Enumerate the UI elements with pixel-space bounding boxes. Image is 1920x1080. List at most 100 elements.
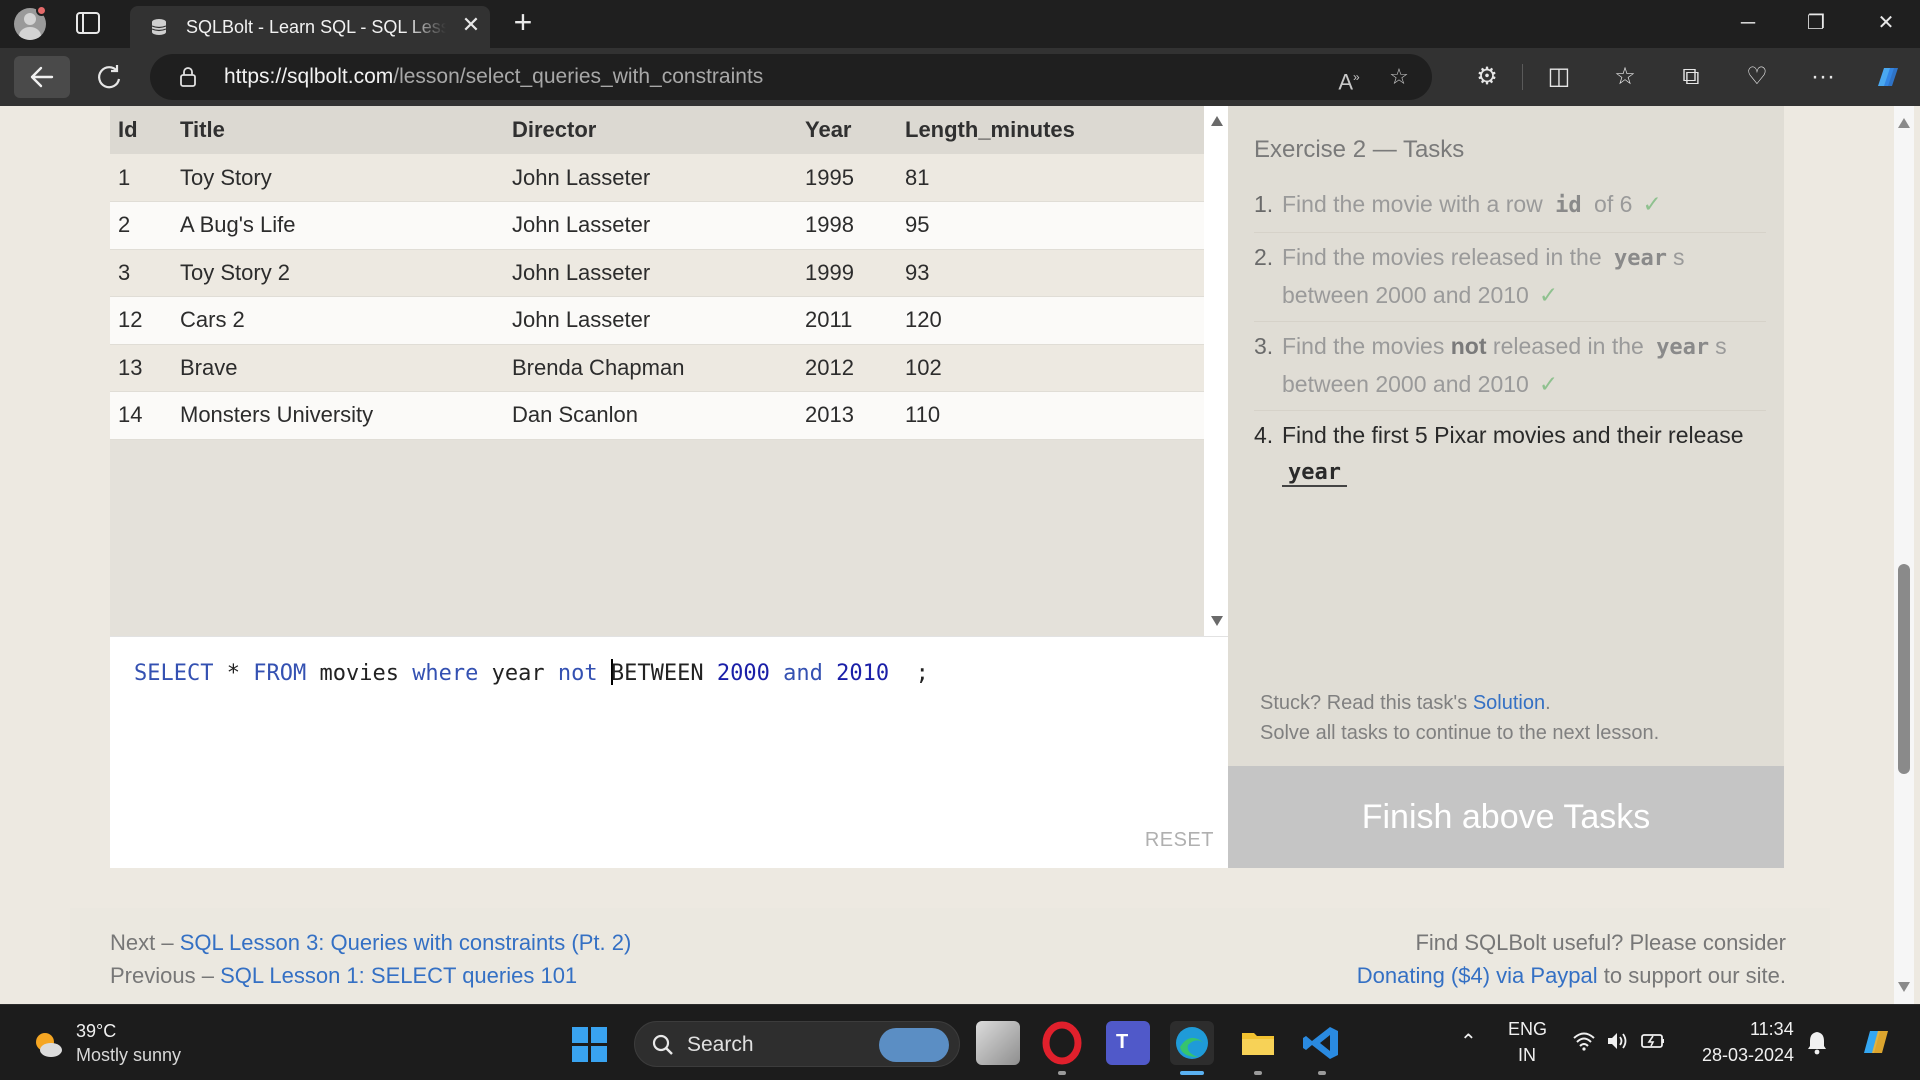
results-scrollbar[interactable] [1204,106,1230,636]
table-cell: 1998 [797,201,897,250]
vscode-icon[interactable] [1300,1021,1344,1065]
opera-icon[interactable] [1040,1021,1084,1065]
browser-titlebar: SQLBolt - Learn SQL - SQL Lesson 2: Quer… [0,0,1920,48]
new-tab-button[interactable]: + [508,6,538,40]
read-aloud-icon[interactable]: A» [1334,62,1364,94]
finish-tasks-button[interactable]: Finish above Tasks [1228,766,1784,868]
next-lesson-line: Next – SQL Lesson 3: Queries with constr… [110,930,631,956]
windows-start-icon[interactable] [572,1027,608,1063]
browser-tab-active[interactable]: SQLBolt - Learn SQL - SQL Lesson 2: Quer… [130,6,490,48]
minimize-button[interactable]: ─ [1714,0,1782,46]
solution-link[interactable]: Solution [1473,692,1545,714]
taskbar-search[interactable]: Search [634,1021,960,1067]
table-cell: Brenda Chapman [504,344,797,392]
check-icon: ✓ [1642,191,1662,217]
table-row: 14 Monsters University Dan Scanlon 2013 … [110,391,1204,440]
table-cell: John Lasseter [504,154,797,202]
page-scrollbar[interactable] [1894,106,1914,1004]
weather-temperature[interactable]: 39°C [76,1021,116,1042]
notification-bell-icon[interactable] [1806,1029,1828,1055]
table-cell: Cars 2 [172,296,504,345]
copilot-icon[interactable] [1870,60,1904,94]
table-cell: 81 [897,154,1204,202]
table-cell: 3 [110,249,172,297]
close-window-button[interactable]: ✕ [1852,0,1920,46]
column-header: Director [504,106,797,154]
previous-lesson-link[interactable]: SQL Lesson 1: SELECT queries 101 [220,963,577,988]
split-screen-icon[interactable]: ◫ [1542,60,1576,94]
file-explorer-icon[interactable] [1236,1021,1280,1065]
sql-editor[interactable]: SELECT * FROM movies where year not BETW… [110,636,1232,868]
search-placeholder: Search [687,1033,754,1056]
weather-sun-icon[interactable] [30,1027,64,1061]
table-row: 2 A Bug's Life John Lasseter 1998 95 [110,201,1204,250]
column-header: Length_minutes [897,106,1204,154]
donate-prompt: Find SQLBolt useful? Please consider [1415,930,1786,955]
table-cell: 13 [110,344,172,392]
extensions-icon[interactable]: ⚙ [1470,60,1504,94]
battery-icon[interactable] [1640,1031,1666,1051]
tab-close-icon[interactable]: ✕ [458,12,484,38]
copilot-taskbar-icon[interactable] [1856,1023,1894,1061]
table-cell: John Lasseter [504,201,797,250]
column-header: Title [172,106,504,154]
browser-essentials-icon[interactable]: ♡ [1740,60,1774,94]
more-icon[interactable]: ··· [1806,60,1840,94]
active-app-indicator [1180,1071,1204,1075]
lesson-navigation: Next – SQL Lesson 3: Queries with constr… [70,908,1830,1004]
tray-overflow-icon[interactable]: ⌃ [1460,1029,1477,1054]
sql-token: ; [889,661,929,686]
table-cell: 12 [110,296,172,345]
sql-token: year [478,661,558,686]
running-indicator [1254,1071,1262,1075]
tab-actions-icon[interactable] [76,12,100,34]
reset-button[interactable]: RESET [1145,829,1214,852]
table-cell: John Lasseter [504,249,797,297]
table-cell: 102 [897,344,1204,392]
favorites-icon[interactable]: ☆ [1608,60,1642,94]
collections-icon[interactable]: ⧉ [1674,60,1708,94]
table-cell: 1 [110,154,172,202]
next-lesson-link[interactable]: SQL Lesson 3: Queries with constraints (… [180,930,632,955]
task-code: year [1614,246,1667,271]
search-highlight-image [879,1028,949,1062]
previous-prefix: Previous – [110,963,221,988]
clock-date[interactable]: 28-03-2024 [1700,1045,1796,1066]
page-scrollbar-thumb[interactable] [1898,564,1910,774]
page-scroll-up-icon[interactable] [1898,118,1910,128]
task-code: year [1656,335,1710,360]
page-scroll-down-icon[interactable] [1898,982,1910,992]
task-item: 3. Find the movies not released in the ye… [1254,328,1766,411]
table-row: 12 Cars 2 John Lasseter 2011 120 [110,296,1204,345]
task-code: id [1555,193,1582,218]
task-view-icon[interactable] [976,1021,1020,1065]
volume-icon[interactable] [1606,1031,1630,1051]
running-indicator [1058,1071,1066,1075]
back-button[interactable] [14,56,70,98]
table-row: 1 Toy Story John Lasseter 1995 81 [110,154,1204,202]
favorite-star-icon[interactable]: ☆ [1384,62,1414,92]
sql-token: ETWEEN [624,661,704,686]
lock-icon[interactable] [180,67,196,87]
teams-icon[interactable]: T [1106,1021,1150,1065]
refresh-icon[interactable] [92,60,126,94]
donate-link[interactable]: Donating ($4) via Paypal [1357,963,1598,988]
language-indicator[interactable]: ENG [1508,1019,1547,1040]
sql-query-text[interactable]: SELECT * FROM movies where year not BETW… [134,659,929,686]
table-cell: Brave [172,344,504,392]
weather-description[interactable]: Mostly sunny [76,1045,181,1066]
browser-toolbar: https://sqlbolt.com/lesson/select_querie… [0,48,1920,106]
scroll-down-arrow-icon[interactable] [1211,616,1223,626]
restore-button[interactable]: ❐ [1782,0,1850,46]
wifi-icon[interactable] [1572,1031,1596,1051]
region-indicator[interactable]: IN [1518,1045,1536,1066]
url-text[interactable]: https://sqlbolt.com/lesson/select_querie… [224,65,763,89]
scroll-up-arrow-icon[interactable] [1211,116,1223,126]
url-domain: https://sqlbolt.com [224,65,394,88]
task-text: Find the movies [1282,333,1451,359]
address-bar[interactable]: https://sqlbolt.com/lesson/select_querie… [150,54,1432,100]
edge-icon[interactable] [1170,1021,1214,1065]
clock-time[interactable]: 11:34 [1750,1019,1794,1040]
tab-title: SQLBolt - Learn SQL - SQL Lesson 2: Quer… [186,17,446,38]
table-cell: Monsters University [172,391,504,440]
